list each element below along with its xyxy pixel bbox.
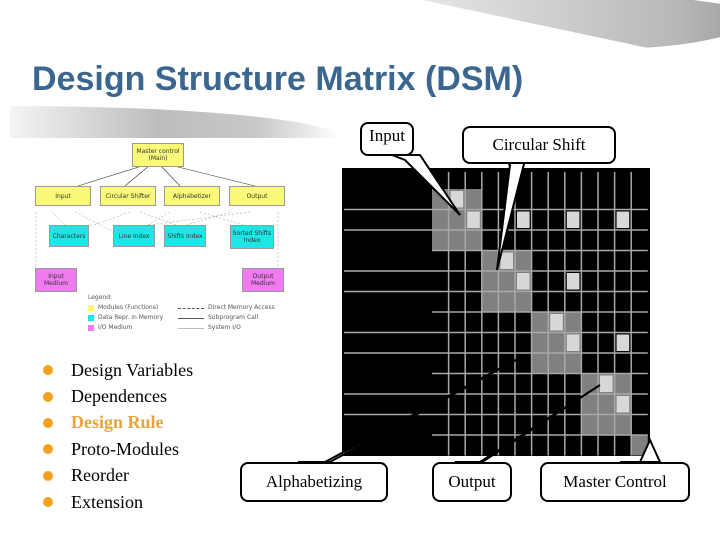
legend-title: Legend: [88, 294, 113, 301]
legend-item-io: I/O Medium [88, 323, 163, 333]
bullet-label: Dependences [71, 386, 167, 407]
bullet-icon [43, 497, 53, 508]
bullet-item: Reorder [38, 463, 193, 489]
bullet-label: Design Rule [71, 412, 164, 433]
callout-alphabetizing: Alphabetizing [240, 462, 388, 502]
bullet-label: Proto-Modules [71, 438, 179, 459]
dsm-dependency-mark [616, 396, 630, 413]
dsm-dependency-mark [600, 375, 613, 392]
light-line-icon [178, 327, 204, 329]
box-shifts-index: Shifts Index [164, 225, 206, 247]
bullet-icon [43, 470, 53, 481]
legend-item-dma: Direct Memory Access [178, 303, 275, 313]
bullet-item: Extension [38, 489, 193, 515]
dsm-module-block [631, 435, 648, 456]
bullet-label: Reorder [71, 465, 129, 486]
callout-input: Input [360, 122, 414, 156]
dsm-dependency-mark [517, 211, 530, 228]
module-diagram: Master control (Main) Input Circular Shi… [30, 138, 290, 338]
box-alphabetizer: Alphabetizer [164, 186, 220, 206]
bullet-icon [43, 365, 53, 376]
bullet-icon [43, 391, 53, 402]
yellow-swatch-icon [88, 305, 94, 311]
legend-item-call: Subprogram Call [178, 313, 275, 323]
box-input-medium: Input Medium [35, 268, 77, 292]
bullet-item: Proto-Modules [38, 436, 193, 462]
callout-output: Output [432, 462, 512, 502]
box-line-index: Line Index [113, 225, 155, 247]
dsm-dependency-mark [517, 273, 530, 290]
dsm-dependency-mark [550, 314, 563, 331]
bullet-item-highlighted: Design Rule [38, 410, 193, 436]
legend-item-data: Data Repr. in Memory [88, 313, 163, 323]
box-input: Input [35, 186, 91, 206]
legend-label: Modules (Functions) [98, 304, 159, 311]
bullet-item: Dependences [38, 383, 193, 409]
bullet-icon [43, 417, 53, 428]
legend-item-modules: Modules (Functions) [88, 303, 163, 313]
legend-label: Subprogram Call [208, 314, 259, 321]
box-output-medium: Output Medium [242, 268, 284, 292]
box-master-control: Master control (Main) [132, 143, 184, 167]
callout-circular-shift: Circular Shift [462, 126, 616, 164]
dsm-dependency-mark [467, 211, 480, 228]
dsm-dependency-mark [616, 334, 630, 351]
dsm-canvas [344, 172, 648, 456]
box-characters: Characters [49, 225, 89, 247]
dashed-arrow-icon [178, 307, 204, 309]
bullet-item: Design Variables [38, 357, 193, 383]
bullet-label: Design Variables [71, 359, 194, 380]
cyan-swatch-icon [88, 315, 94, 321]
dsm-dependency-mark [566, 211, 580, 228]
decorative-swoosh-middle [10, 106, 340, 138]
slide-title: Design Structure Matrix (DSM) [32, 60, 524, 98]
box-sorted-shifts-index: Sorted Shifts Index [230, 225, 274, 249]
legend-label: Direct Memory Access [208, 304, 275, 311]
bullet-icon [43, 444, 53, 455]
legend-label: Data Repr. in Memory [98, 314, 164, 321]
dsm-dependency-mark [566, 334, 580, 351]
dsm-dependency-mark [500, 252, 513, 269]
dsm-dependency-mark [566, 273, 580, 290]
legend-label: System I/O [208, 324, 241, 331]
solid-arrow-icon [178, 317, 204, 319]
pink-swatch-icon [88, 325, 94, 331]
bullet-label: Extension [71, 491, 143, 512]
callout-master-control: Master Control [540, 462, 690, 502]
box-output: Output [229, 186, 285, 206]
dsm-matrix [342, 168, 650, 456]
legend-item-sysio: System I/O [178, 323, 275, 333]
legend-line-types: Direct Memory Access Subprogram Call Sys… [178, 303, 275, 333]
diagram-legend: Legend: Modules (Functions) Data Repr. i… [88, 293, 275, 333]
dsm-dependency-mark [616, 211, 630, 228]
dsm-dependency-mark [450, 191, 464, 208]
bullet-list: Design Variables Dependences Design Rule… [38, 357, 193, 515]
box-circular-shifter: Circular Shifter [100, 186, 156, 206]
legend-label: I/O Medium [98, 324, 133, 331]
